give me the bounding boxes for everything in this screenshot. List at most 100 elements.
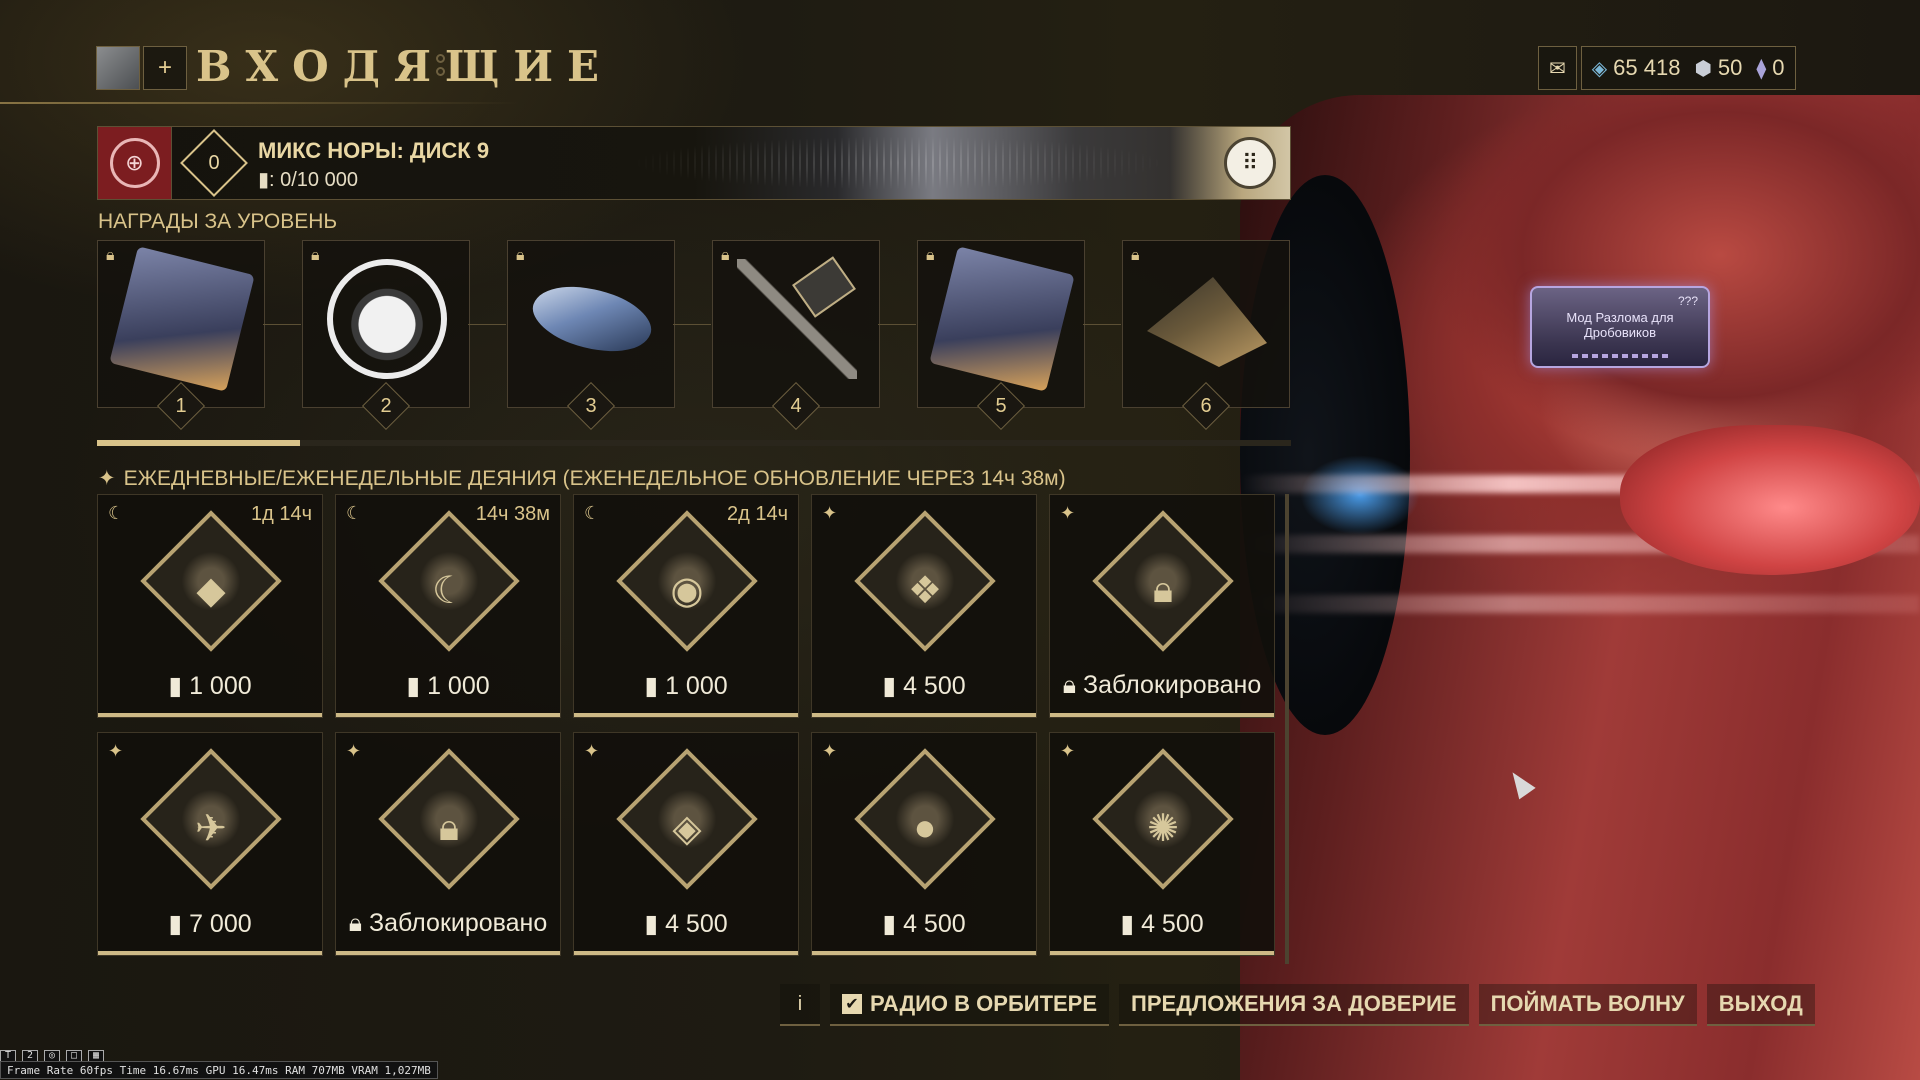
rank-number-badge: 3 bbox=[566, 381, 616, 431]
season-rank: 0 bbox=[208, 151, 220, 174]
act-card[interactable]: ✦ ● ▮ 4 500 bbox=[811, 732, 1037, 956]
credits-icon: ◈ bbox=[1591, 57, 1608, 80]
acts-scrollbar[interactable] bbox=[1285, 494, 1289, 964]
act-reward-value: Заблокировано bbox=[1082, 671, 1262, 699]
exit-button[interactable]: ВЫХОД bbox=[1706, 984, 1815, 1026]
rank-rewards: 🔒︎ 1 🔒︎ 2 🔒︎ 3 🔒︎ 4 🔒︎ 5 🔒︎ 6 bbox=[97, 240, 1291, 446]
act-symbol-icon: ☾ bbox=[431, 569, 467, 612]
act-symbol-icon: ◆ bbox=[196, 569, 226, 612]
act-progress-bar bbox=[1050, 713, 1274, 717]
act-progress-bar bbox=[336, 951, 560, 955]
act-symbol-icon: ✈ bbox=[195, 807, 227, 850]
act-card[interactable]: ✦ ◈ ▮ 4 500 bbox=[573, 732, 799, 956]
rank-reward-tile[interactable]: 🔒︎ 2 bbox=[302, 240, 470, 431]
reward-connector bbox=[1083, 324, 1121, 325]
act-reward-value: 1 000 bbox=[189, 672, 252, 700]
act-card[interactable]: ☾ 14ч 38м ☾ ▮ 1 000 bbox=[335, 494, 561, 718]
act-reward: ▮ 4 500 bbox=[1050, 909, 1274, 939]
season-end-badge: ⠿ bbox=[1170, 127, 1290, 199]
act-reward-value: 4 500 bbox=[665, 910, 728, 938]
act-reward: ▮ 4 500 bbox=[812, 909, 1036, 939]
weekly-act-icon: ✦ bbox=[346, 741, 362, 761]
weekly-act-icon: ✦ bbox=[108, 741, 124, 761]
envelope-icon: ✉ bbox=[1549, 57, 1566, 80]
act-symbol-icon: ◉ bbox=[670, 569, 704, 612]
grid-icon: ⠿ bbox=[1224, 137, 1276, 189]
reward-card-icon bbox=[929, 246, 1075, 392]
weekly-act-icon: ✦ bbox=[822, 741, 838, 761]
standing-icon: ▮ bbox=[406, 672, 428, 700]
info-button[interactable]: i bbox=[780, 984, 820, 1026]
rank-number: 1 bbox=[175, 394, 187, 417]
act-card[interactable]: ☾ 1д 14ч ◆ ▮ 1 000 bbox=[97, 494, 323, 718]
acts-label-text: ЕЖЕДНЕВНЫЕ/ЕЖЕНЕДЕЛЬНЫЕ ДЕЯНИЯ (ЕЖЕНЕДЕЛ… bbox=[123, 466, 1066, 490]
rank-reward-tile[interactable]: 🔒︎ 1 bbox=[97, 240, 265, 431]
standing-icon: ▮ bbox=[882, 672, 904, 700]
blue-light bbox=[1300, 455, 1420, 535]
rank-number-badge: 4 bbox=[771, 381, 821, 431]
act-card[interactable]: ✦ 🔒︎ 🔒︎ Заблокировано bbox=[335, 732, 561, 956]
weekly-act-icon: ✦ bbox=[1060, 741, 1076, 761]
reward-ship-icon bbox=[1147, 277, 1267, 367]
act-progress-bar bbox=[98, 713, 322, 717]
aya-icon: ⧫ bbox=[1756, 57, 1767, 80]
act-card[interactable]: ☾ 2д 14ч ◉ ▮ 1 000 bbox=[573, 494, 799, 718]
weekly-act-icon: ✦ bbox=[822, 503, 838, 523]
rank-number: 3 bbox=[585, 394, 597, 417]
standing-offers-button[interactable]: ПРЕДЛОЖЕНИЯ ЗА ДОВЕРИЕ bbox=[1119, 984, 1469, 1026]
title-ornament-icon bbox=[432, 50, 448, 86]
season-header[interactable]: ⊕ 0 МИКС НОРЫ: ДИСК 9 ▮: 0/10 000 ⠿ bbox=[97, 126, 1291, 200]
orbiter-radio-toggle[interactable]: ✔ РАДИО В ОРБИТЕРЕ bbox=[830, 984, 1110, 1026]
act-lock-icon: 🔒︎ bbox=[1152, 568, 1174, 611]
act-lock-icon: 🔒︎ bbox=[438, 806, 460, 849]
act-card[interactable]: ✦ ✈ ▮ 7 000 bbox=[97, 732, 323, 956]
lock-icon: 🔒︎ bbox=[516, 247, 525, 264]
reward-hammer-icon bbox=[737, 259, 857, 379]
rank-reward-tile[interactable]: 🔒︎ 6 bbox=[1122, 240, 1290, 431]
lock-icon: 🔒︎ bbox=[106, 247, 115, 264]
act-timer: 2д 14ч bbox=[726, 503, 788, 525]
nora-emblem-icon: ⊕ bbox=[98, 127, 172, 199]
act-symbol-icon: ✺ bbox=[1147, 807, 1179, 850]
rank-number: 5 bbox=[995, 394, 1007, 417]
reward-connector bbox=[673, 324, 711, 325]
reward-pod-icon bbox=[525, 270, 659, 368]
rank-number: 4 bbox=[790, 394, 802, 417]
checkbox-checked-icon: ✔ bbox=[842, 994, 862, 1014]
standing-icon: ▮ bbox=[168, 672, 190, 700]
audio-waveform bbox=[638, 133, 1238, 193]
rank-reward-tile[interactable]: 🔒︎ 3 bbox=[507, 240, 675, 431]
light-beam bbox=[1240, 595, 1920, 613]
rank-number-badge: 5 bbox=[976, 381, 1026, 431]
performance-overlay: Frame Rate 60fps Time 16.67ms GPU 16.47m… bbox=[0, 1061, 438, 1079]
top-bar: + ВХОДЯЩИЕ ✉ ◈ 65 418 ⬢ 50 ⧫ 0 bbox=[0, 0, 1920, 110]
info-icon: i bbox=[797, 992, 803, 1015]
act-timer: 1д 14ч bbox=[250, 503, 312, 525]
act-reward: ▮ 7 000 bbox=[98, 909, 322, 939]
act-reward: ▮ 1 000 bbox=[98, 671, 322, 701]
acts-grid: ☾ 1д 14ч ◆ ▮ 1 000 ☾ 14ч 38м ☾ ▮ 1 000 ☾ 2д 14ч ◉ ▮… bbox=[97, 494, 1289, 964]
inbox-mail-button[interactable]: ✉ bbox=[1538, 46, 1577, 90]
page-title: ВХОДЯЩИЕ bbox=[196, 42, 614, 91]
nightwave-icon: ✦ bbox=[98, 467, 116, 490]
add-button[interactable]: + bbox=[143, 46, 187, 90]
reward-connector bbox=[878, 324, 916, 325]
lock-icon: 🔒︎ bbox=[721, 247, 730, 264]
inbox-thumbnail-button[interactable] bbox=[96, 46, 140, 90]
weekly-act-icon: ✦ bbox=[584, 741, 600, 761]
act-card[interactable]: ✦ ✺ ▮ 4 500 bbox=[1049, 732, 1275, 956]
rank-reward-tile[interactable]: 🔒︎ 5 bbox=[917, 240, 1085, 431]
catch-wave-button[interactable]: ПОЙМАТЬ ВОЛНУ bbox=[1478, 984, 1697, 1026]
mod-badge: ??? bbox=[1677, 294, 1698, 308]
header-divider bbox=[0, 102, 520, 104]
standing-icon: ▮ bbox=[882, 910, 904, 938]
act-reward-value: 4 500 bbox=[903, 672, 966, 700]
act-card[interactable]: ✦ ❖ ▮ 4 500 bbox=[811, 494, 1037, 718]
reward-sigil-icon bbox=[327, 259, 447, 379]
riven-mod-card[interactable]: ??? Мод Разлома для Дробовиков bbox=[1530, 286, 1710, 368]
act-card[interactable]: ✦ 🔒︎ 🔒︎ Заблокировано bbox=[1049, 494, 1275, 718]
reward-connector bbox=[468, 324, 506, 325]
act-reward: ▮ 1 000 bbox=[336, 671, 560, 701]
rank-reward-tile[interactable]: 🔒︎ 4 bbox=[712, 240, 880, 431]
act-reward-value: 7 000 bbox=[189, 910, 252, 938]
